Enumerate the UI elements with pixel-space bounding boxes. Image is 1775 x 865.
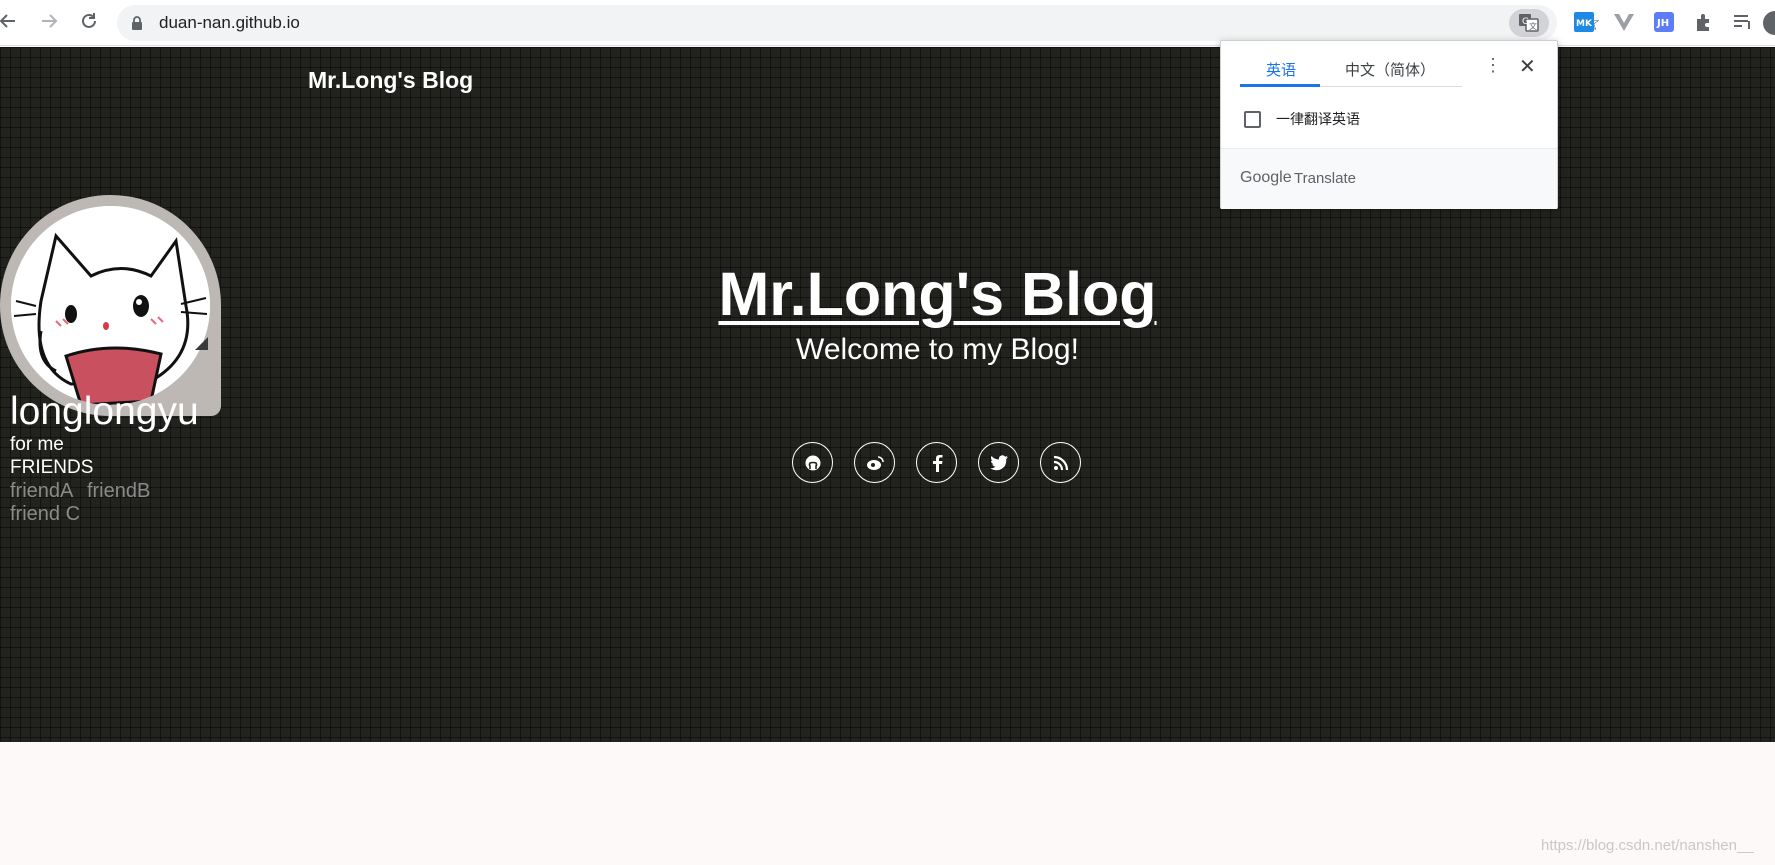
reload-button[interactable] — [77, 11, 101, 35]
arrow-left-icon — [0, 14, 15, 28]
popup-footer: Google Translate — [1221, 148, 1557, 209]
close-icon[interactable]: ✕ — [1519, 54, 1536, 79]
translate-icon: G文 — [1519, 14, 1539, 32]
site-brand-link[interactable]: Mr.Long's Blog — [308, 67, 473, 94]
svg-text:JH: JH — [1656, 18, 1669, 29]
page-title-wrap: Mr.Long's Blog — [0, 259, 1775, 329]
translate-popup: 英语 中文（简体） ⋮ ✕ 一律翻译英语 Google Translate — [1220, 40, 1558, 209]
watermark-text: https://blog.csdn.net/nanshen__ — [1541, 837, 1754, 854]
lock-icon — [132, 16, 142, 30]
tab-target-language[interactable]: 中文（简体） — [1345, 59, 1435, 80]
always-translate-checkbox[interactable] — [1244, 111, 1261, 128]
tab-source-language[interactable]: 英语 — [1266, 59, 1296, 80]
reading-list-icon[interactable] — [1732, 11, 1756, 35]
page-subtitle: Welcome to my Blog! — [796, 333, 1079, 366]
svg-text:MK: MK — [1576, 19, 1593, 29]
profile-tagline: for me — [10, 434, 64, 455]
friends-list: friendA friendB friend C — [10, 480, 210, 526]
friends-heading: FRIENDS — [10, 457, 94, 478]
friend-link[interactable]: friend C — [10, 503, 80, 525]
forward-button[interactable] — [37, 11, 61, 35]
more-options-icon[interactable]: ⋮ — [1484, 55, 1502, 76]
address-bar[interactable]: duan-nan.github.io G文 ☆ — [117, 5, 1601, 41]
always-translate-label[interactable]: 一律翻译英语 — [1276, 109, 1360, 129]
svg-text:文: 文 — [1529, 21, 1537, 31]
weibo-icon[interactable] — [854, 442, 895, 483]
page-title[interactable]: Mr.Long's Blog — [718, 260, 1156, 328]
mk-extension-icon[interactable]: MK — [1573, 11, 1597, 35]
translate-brand-text: Translate — [1294, 170, 1356, 187]
back-button[interactable] — [0, 11, 20, 35]
google-logo: Google — [1240, 169, 1292, 186]
jh-extension-icon[interactable]: JH — [1653, 11, 1677, 35]
arrow-right-icon — [42, 14, 58, 28]
reload-icon — [82, 13, 96, 28]
twitter-icon[interactable] — [978, 442, 1019, 483]
translate-page-button[interactable]: G文 — [1509, 9, 1549, 37]
vue-devtools-icon[interactable] — [1613, 11, 1637, 35]
github-icon[interactable] — [792, 442, 833, 483]
friend-link[interactable]: friendA — [10, 480, 73, 502]
svg-text:G: G — [1522, 17, 1529, 27]
profile-username: longlongyu — [10, 390, 199, 433]
puzzle-icon[interactable] — [1693, 11, 1717, 35]
friend-link[interactable]: friendB — [87, 480, 150, 502]
profile-avatar[interactable] — [1763, 11, 1775, 35]
rss-icon[interactable] — [1040, 442, 1081, 483]
url-text[interactable]: duan-nan.github.io — [159, 5, 300, 41]
facebook-icon[interactable] — [916, 442, 957, 483]
active-tab-indicator — [1240, 84, 1320, 87]
